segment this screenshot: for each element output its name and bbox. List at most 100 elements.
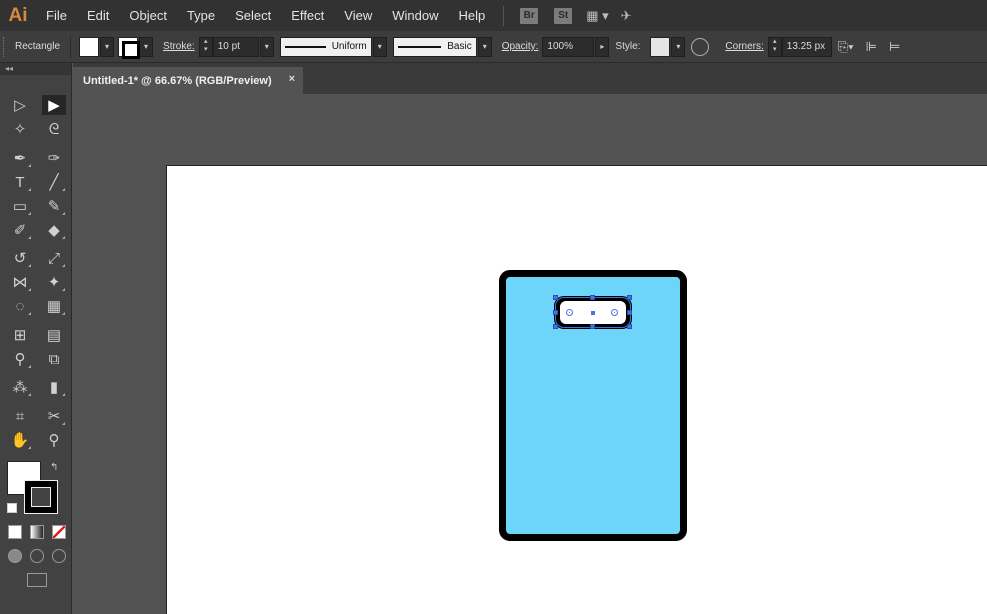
document-tab[interactable]: Untitled-1* @ 66.67% (RGB/Preview) ×	[73, 67, 303, 94]
direct-selection-tool-icon[interactable]: ▷	[8, 95, 32, 115]
selection-handle[interactable]	[627, 324, 632, 329]
color-mode-icon[interactable]	[8, 525, 22, 539]
rotate-tool-icon[interactable]: ↺	[8, 248, 32, 268]
zoom-tool-icon[interactable]: ⚲	[42, 430, 66, 450]
type-tool-icon[interactable]: T	[8, 172, 32, 192]
fill-dropdown[interactable]: ▾	[100, 36, 115, 57]
gradient-tool-icon[interactable]: ▤	[42, 325, 66, 345]
color-mode-row	[8, 525, 66, 539]
gradient-mode-icon[interactable]	[30, 525, 44, 539]
recolor-artwork-icon[interactable]	[691, 37, 710, 56]
pen-tool-icon[interactable]: ✒	[8, 148, 32, 168]
transform-icon[interactable]: ⎘▾	[838, 39, 854, 55]
profile-line-icon	[284, 45, 326, 48]
column-graph-tool-icon[interactable]: ▮	[42, 377, 66, 397]
menu-type[interactable]: Type	[177, 0, 225, 31]
perspective-grid-tool-icon[interactable]: ▦	[42, 296, 66, 316]
magic-wand-tool-icon[interactable]: ✧	[8, 119, 32, 139]
eyedropper-tool-icon[interactable]: ⚲	[8, 349, 32, 369]
draw-behind-icon[interactable]	[30, 549, 44, 563]
corners-input[interactable]: 13.25 px	[781, 36, 832, 57]
tools-collapse-button[interactable]: ◂◂	[0, 63, 71, 75]
curvature-tool-icon[interactable]: ✑	[42, 148, 66, 168]
selection-handle[interactable]	[553, 324, 558, 329]
style-dropdown[interactable]: ▾	[671, 36, 686, 57]
selection-handle[interactable]	[627, 295, 632, 300]
document-tab-bar: Untitled-1* @ 66.67% (RGB/Preview) ×	[73, 63, 987, 94]
menu-view[interactable]: View	[334, 0, 382, 31]
phone-body-shape[interactable]	[499, 270, 687, 541]
selection-handle[interactable]	[590, 295, 595, 300]
canvas[interactable]	[73, 94, 987, 614]
close-icon[interactable]: ×	[289, 73, 295, 85]
default-fill-stroke-icon[interactable]	[7, 503, 17, 513]
tool-row: ✒ ✑	[8, 148, 66, 168]
slice-tool-icon[interactable]: ✂	[42, 406, 66, 426]
screen-mode-icon[interactable]	[27, 573, 47, 587]
stroke-color-box[interactable]	[24, 480, 58, 514]
stroke-swatch[interactable]	[118, 36, 141, 59]
eraser-tool-icon[interactable]: ◆	[42, 220, 66, 240]
profile-dropdown[interactable]: ▾	[372, 36, 387, 57]
blend-tool-icon[interactable]: ⧉	[42, 349, 66, 369]
none-mode-icon[interactable]	[52, 525, 66, 539]
opacity-label[interactable]: Opacity:	[492, 41, 543, 52]
artboard-tool-icon[interactable]: ⌗	[8, 406, 32, 426]
rectangle-tool-icon[interactable]: ▭	[8, 196, 32, 216]
tools-panel: ◂◂ ▷ ▶ ✧ ᘓ ✒ ✑ T ╱ ▭ ✎ ✐ ◆ ↺ ⤢ ⋈ ✦ ◌ ▦ ⊞…	[0, 63, 72, 614]
opacity-input[interactable]: 100%	[542, 36, 595, 57]
corners-stepper[interactable]: ▴ ▾	[767, 36, 782, 57]
scale-tool-icon[interactable]: ⤢	[42, 248, 66, 268]
line-tool-icon[interactable]: ╱	[42, 172, 66, 192]
mesh-tool-icon[interactable]: ⊞	[8, 325, 32, 345]
shape-builder-tool-icon[interactable]: ◌	[8, 296, 32, 316]
menu-file[interactable]: File	[36, 0, 77, 31]
live-corner-widget[interactable]	[566, 309, 573, 316]
stroke-weight-input[interactable]: 10 pt	[212, 36, 259, 57]
selection-handle[interactable]	[627, 310, 632, 315]
swap-fill-stroke-icon[interactable]: ↰	[50, 462, 58, 473]
gpu-performance-icon[interactable]: ✈	[621, 8, 632, 24]
selection-handle[interactable]	[553, 310, 558, 315]
arrange-documents-icon[interactable]: ▦ ▾	[586, 8, 608, 24]
profile-label: Uniform	[331, 41, 367, 52]
draw-inside-icon[interactable]	[52, 549, 66, 563]
draw-normal-icon[interactable]	[8, 549, 22, 563]
stock-button[interactable]: St	[554, 7, 573, 24]
menu-help[interactable]: Help	[448, 0, 495, 31]
align-center-icon[interactable]: ⊨	[889, 39, 900, 55]
align-left-icon[interactable]: ⊫	[866, 39, 877, 55]
bridge-button[interactable]: Br	[520, 7, 539, 24]
brush-dropdown[interactable]: ▾	[477, 36, 492, 57]
selection-handle[interactable]	[553, 295, 558, 300]
opacity-dropdown[interactable]: ▸	[595, 36, 610, 57]
width-tool-icon[interactable]: ⋈	[8, 272, 32, 292]
graphic-style-swatch[interactable]	[650, 36, 671, 57]
stroke-weight-dropdown[interactable]: ▾	[259, 36, 274, 57]
symbol-sprayer-tool-icon[interactable]: ⁂	[8, 377, 32, 397]
menu-edit[interactable]: Edit	[77, 0, 119, 31]
menu-window[interactable]: Window	[382, 0, 448, 31]
tool-row: ⋈ ✦	[8, 272, 66, 292]
live-corner-widget[interactable]	[611, 309, 618, 316]
shaper-tool-icon[interactable]: ✐	[8, 220, 32, 240]
brush-definition[interactable]: Basic	[392, 36, 477, 57]
tool-row: ↺ ⤢	[8, 248, 66, 268]
corners-label[interactable]: Corners:	[715, 41, 767, 52]
variable-width-profile[interactable]: Uniform	[279, 36, 372, 57]
paintbrush-tool-icon[interactable]: ✎	[42, 196, 66, 216]
stroke-stepper[interactable]: ▴ ▾	[198, 36, 213, 57]
stroke-label[interactable]: Stroke:	[153, 41, 199, 52]
fill-swatch[interactable]	[79, 36, 100, 57]
puppet-warp-tool-icon[interactable]: ✦	[42, 272, 66, 292]
selection-tool-icon[interactable]: ▶	[42, 95, 66, 115]
menu-bar: Ai File Edit Object Type Select Effect V…	[0, 0, 987, 31]
selection-handle[interactable]	[590, 324, 595, 329]
menu-effect[interactable]: Effect	[281, 0, 334, 31]
stroke-color-dropdown[interactable]: ▾	[139, 36, 154, 57]
menu-select[interactable]: Select	[225, 0, 281, 31]
hand-tool-icon[interactable]: ✋	[8, 430, 32, 450]
menu-object[interactable]: Object	[119, 0, 177, 31]
lasso-tool-icon[interactable]: ᘓ	[42, 119, 66, 139]
artboard[interactable]	[166, 165, 987, 614]
